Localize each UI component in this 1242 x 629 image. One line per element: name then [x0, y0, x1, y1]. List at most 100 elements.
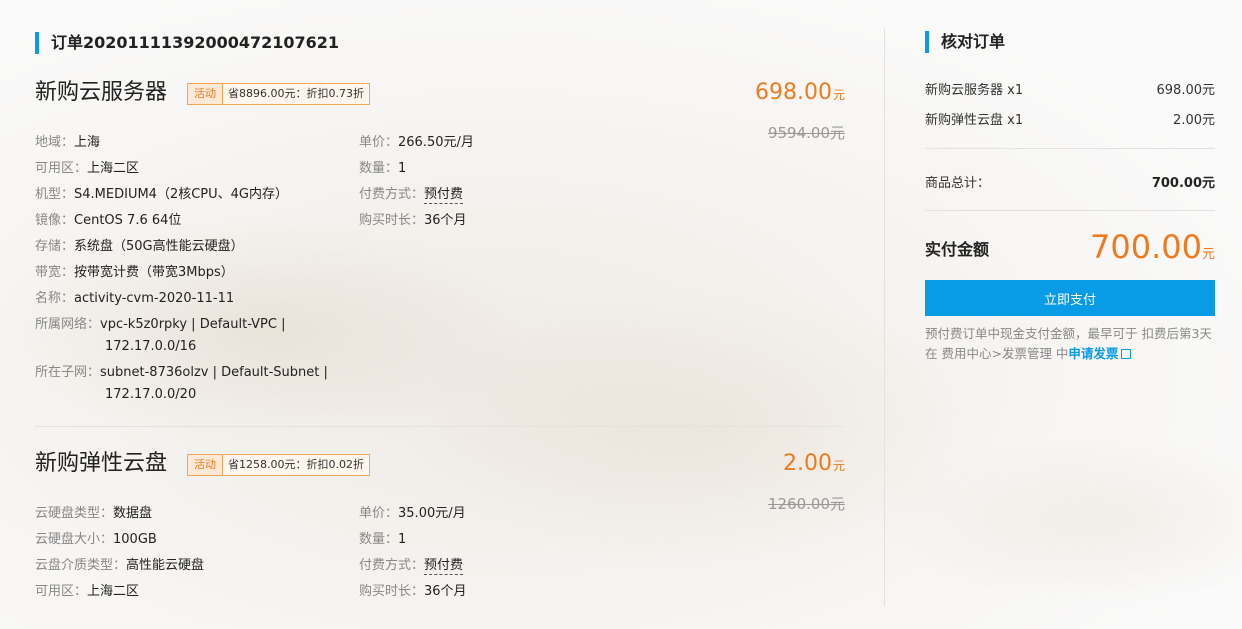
line-item-name: 新购云服务器 x1: [925, 83, 1024, 98]
spec-value-prepaid[interactable]: 预付费: [424, 187, 464, 204]
promo-saving: 省1258.00元：折扣0.02折: [228, 458, 364, 471]
spec-key: 云硬盘大小：: [35, 532, 114, 547]
product-title-cvm: 新购云服务器: [35, 80, 168, 105]
spec-storage: 存储：系统盘（50G高性能云硬盘）: [35, 238, 244, 256]
price-unit: 元: [832, 459, 845, 473]
subtotal-value: 700.00元: [1151, 176, 1215, 191]
price-original-cbs: 1260.00元: [767, 495, 845, 513]
spec-value: vpc-k5z0rpky | Default-VPC |: [100, 317, 286, 332]
spec-key: 存储：: [35, 239, 75, 254]
summary-line-item: 新购云服务器 x1 698.00元: [925, 79, 1215, 98]
spec-key: 可用区：: [35, 584, 88, 599]
order-number-title: 订单20201111392000472107621: [35, 32, 339, 54]
order-details: 订单20201111392000472107621 新购云服务器 活动 省889…: [35, 0, 845, 629]
spec-value: activity-cvm-2020-11-11: [74, 291, 235, 306]
promo-tag: 活动: [188, 455, 223, 475]
spec-value: 1: [398, 532, 407, 547]
spec-quantity: 数量：1: [359, 531, 406, 549]
price-current-cbs: 2.00元: [783, 451, 845, 476]
total-label: 实付金额: [925, 240, 990, 259]
spec-value: 系统盘（50G高性能云硬盘）: [74, 239, 244, 254]
promo-tag: 活动: [188, 84, 223, 104]
spec-network: 所属网络：vpc-k5z0rpky | Default-VPC |: [35, 316, 285, 334]
product-divider: [35, 426, 843, 427]
line-item-price: 2.00元: [1173, 113, 1215, 128]
spec-key: 购买时长：: [359, 584, 425, 599]
promo-badge-cvm: 活动 省8896.00元：折扣0.73折: [187, 83, 370, 105]
subtotal-label: 商品总计：: [925, 176, 991, 191]
spec-billing-mode: 付费方式：预付费: [359, 557, 464, 575]
spec-billing-mode: 付费方式：预付费: [359, 186, 464, 204]
spec-instance-type: 机型：S4.MEDIUM4（2核CPU、4G内存）: [35, 186, 288, 204]
price-unit: 元: [832, 88, 845, 102]
spec-value: 100GB: [113, 532, 157, 547]
spec-value: 36个月: [424, 584, 467, 599]
spec-key: 带宽：: [35, 265, 75, 280]
spec-key: 数量：: [359, 161, 399, 176]
spec-value: 172.17.0.0/16: [105, 339, 197, 354]
spec-key: 付费方式：: [359, 558, 425, 573]
spec-key: 可用区：: [35, 161, 88, 176]
promo-saving: 省8896.00元：折扣0.73折: [228, 87, 364, 100]
spec-key: 云硬盘类型：: [35, 506, 114, 521]
price-current-cvm: 698.00元: [755, 80, 845, 105]
spec-zone: 可用区：上海二区: [35, 160, 139, 178]
spec-unit-price: 单价：35.00元/月: [359, 505, 466, 523]
spec-value: 172.17.0.0/20: [105, 387, 197, 402]
spec-value: 数据盘: [113, 506, 153, 521]
spec-value: CentOS 7.6 64位: [74, 213, 182, 228]
line-item-name: 新购弹性云盘 x1: [925, 113, 1024, 128]
spec-quantity: 数量：1: [359, 160, 406, 178]
spec-unit-price: 单价：266.50元/月: [359, 134, 474, 152]
spec-value-prepaid[interactable]: 预付费: [424, 558, 464, 575]
total-value: 700.00: [1090, 228, 1202, 266]
spec-duration: 购买时长：36个月: [359, 212, 467, 230]
spec-network-cidr: 172.17.0.0/16: [105, 338, 196, 356]
spec-value: 上海二区: [87, 161, 140, 176]
price-value: 2.00: [783, 451, 832, 476]
promo-badge-cbs: 活动 省1258.00元：折扣0.02折: [187, 454, 370, 476]
spec-name: 名称：activity-cvm-2020-11-11: [35, 290, 234, 308]
pay-now-button[interactable]: 立即支付: [925, 280, 1215, 316]
external-link-icon: [1121, 349, 1132, 359]
summary-subtotal: 商品总计： 700.00元: [925, 172, 1215, 191]
spec-value: 按带宽计费（带宽3Mbps）: [74, 265, 234, 280]
spec-disk-zone: 可用区：上海二区: [35, 583, 139, 601]
spec-value: 高性能云硬盘: [126, 558, 205, 573]
spec-value: 1: [398, 161, 407, 176]
spec-key: 机型：: [35, 187, 75, 202]
spec-key: 镜像：: [35, 213, 75, 228]
spec-disk-medium: 云盘介质类型：高性能云硬盘: [35, 557, 204, 575]
spec-value: 35.00元/月: [398, 506, 466, 521]
apply-invoice-link[interactable]: 申请发票: [1068, 346, 1132, 361]
apply-invoice-label: 申请发票: [1068, 346, 1119, 361]
spec-value: S4.MEDIUM4（2核CPU、4G内存）: [74, 187, 288, 202]
spec-key: 单价：: [359, 135, 399, 150]
spec-value: 上海二区: [87, 584, 140, 599]
spec-subnet-cidr: 172.17.0.0/20: [105, 386, 196, 404]
spec-value: 266.50元/月: [398, 135, 474, 150]
line-item-price: 698.00元: [1156, 83, 1216, 98]
spec-key: 所在子网：: [35, 365, 101, 380]
order-summary: 核对订单 新购云服务器 x1 698.00元 新购弹性云盘 x1 2.00元 商…: [925, 0, 1215, 629]
spec-duration: 购买时长：36个月: [359, 583, 467, 601]
spec-key: 所属网络：: [35, 317, 101, 332]
spec-value: subnet-8736olzv | Default-Subnet |: [100, 365, 328, 380]
summary-divider: [925, 210, 1215, 211]
product-title-cbs: 新购弹性云盘: [35, 451, 168, 476]
spec-value: 上海: [74, 135, 101, 150]
summary-line-item: 新购弹性云盘 x1 2.00元: [925, 109, 1215, 128]
spec-key: 购买时长：: [359, 213, 425, 228]
price-original-cvm: 9594.00元: [767, 124, 845, 142]
spec-image: 镜像：CentOS 7.6 64位: [35, 212, 181, 230]
spec-key: 付费方式：: [359, 187, 425, 202]
spec-region: 地域：上海: [35, 134, 100, 152]
spec-disk-type: 云硬盘类型：数据盘: [35, 505, 152, 523]
price-value: 698.00: [755, 80, 832, 105]
spec-bandwidth: 带宽：按带宽计费（带宽3Mbps）: [35, 264, 234, 282]
summary-title: 核对订单: [925, 31, 1005, 53]
spec-key: 单价：: [359, 506, 399, 521]
total-unit: 元: [1201, 247, 1215, 262]
spec-key: 地域：: [35, 135, 75, 150]
spec-key: 云盘介质类型：: [35, 558, 127, 573]
